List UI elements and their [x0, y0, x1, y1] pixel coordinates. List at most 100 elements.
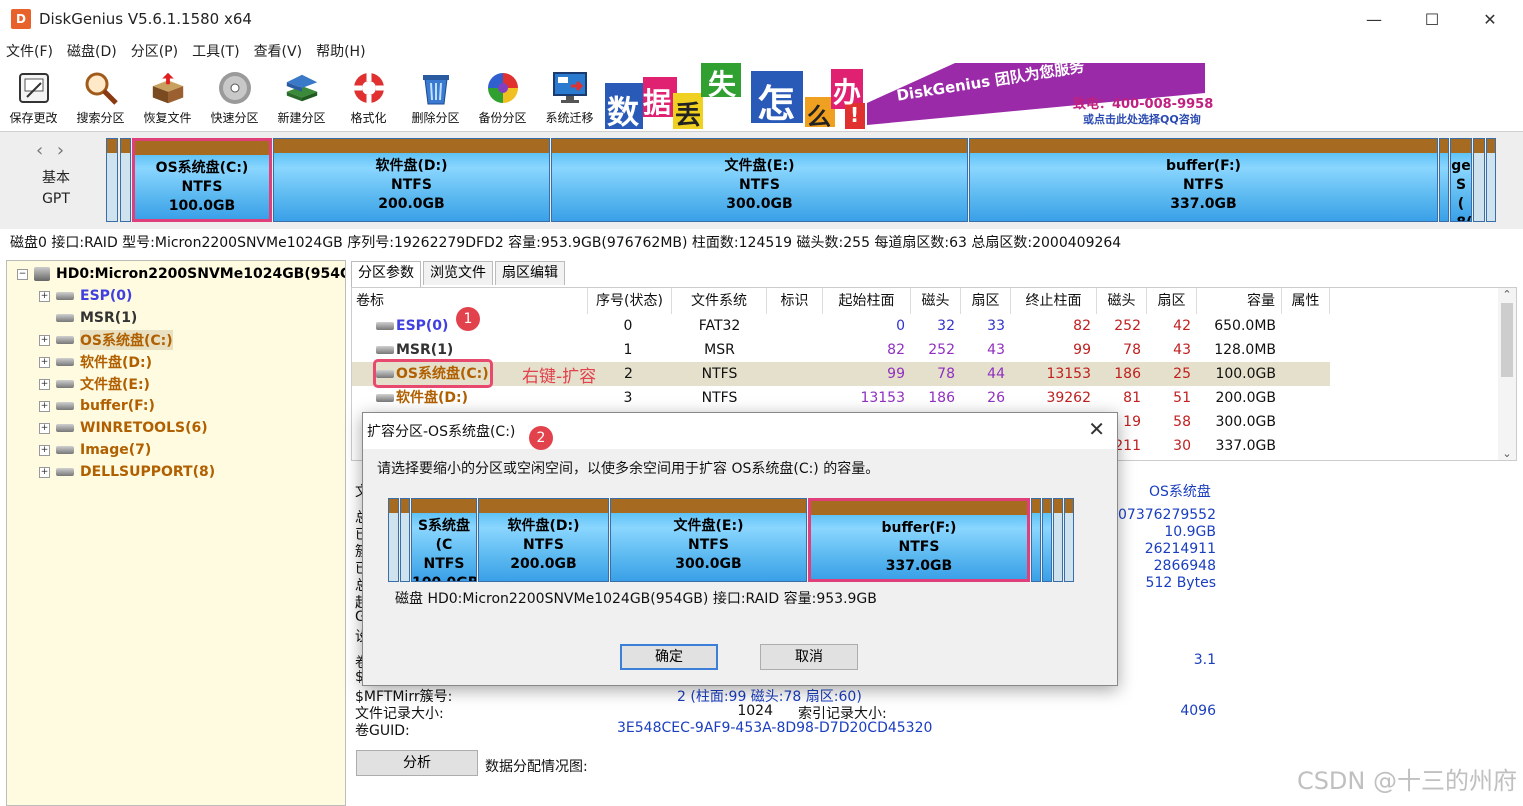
dialog-partition-c[interactable]: S系统盘(CNTFS100.0GB — [411, 498, 477, 582]
menu-tools[interactable]: 工具(T) — [192, 41, 239, 61]
collapse-icon[interactable]: − — [17, 268, 28, 280]
partition-table-scrollbar[interactable]: ⌃ ⌄ — [1498, 288, 1516, 460]
close-button[interactable]: ✕ — [1461, 0, 1519, 38]
partition-block-f[interactable]: buffer(F:) NTFS 337.0GB — [969, 138, 1438, 222]
expand-icon[interactable]: + — [39, 378, 50, 390]
banner-qq-link[interactable]: 或点击此处选择QQ咨询 — [1083, 111, 1201, 127]
expand-icon[interactable]: + — [39, 290, 50, 302]
tab-browse-files[interactable]: 浏览文件 — [423, 261, 493, 285]
tree-item-msr[interactable]: MSR(1) — [39, 307, 137, 329]
banner-char-6: 么 — [807, 103, 831, 129]
col-header-start-head[interactable]: 磁头 — [911, 288, 961, 314]
tree-item-esp[interactable]: + ESP(0) — [39, 285, 132, 307]
expand-icon[interactable]: + — [39, 334, 50, 346]
tree-root-hd0[interactable]: − HD0:Micron2200SNVMe1024GB(954G — [17, 263, 345, 285]
tree-item-winretools[interactable]: + WINRETOOLS(6) — [39, 417, 208, 439]
annotation-highlight-box — [373, 359, 493, 388]
menu-disk[interactable]: 磁盘(D) — [67, 41, 117, 61]
expand-icon[interactable]: + — [39, 400, 50, 412]
partition-block-winretools[interactable] — [1439, 138, 1449, 222]
expand-icon[interactable]: + — [39, 444, 50, 456]
tree-item-d[interactable]: + 软件盘(D:) — [39, 351, 152, 373]
table-row-selected[interactable]: OS系统盘(C:) 2 NTFS 99 78 44 13153 186 25 1… — [352, 362, 1330, 386]
table-row[interactable]: MSR(1) 1 MSR 82 252 43 99 78 43 128.0MB — [352, 338, 1498, 362]
dialog-partition-d[interactable]: 软件盘(D:) NTFS 200.0GB — [478, 498, 609, 582]
restore-box-icon — [149, 70, 187, 106]
dialog-partition-image[interactable] — [1042, 498, 1052, 582]
menu-view[interactable]: 查看(V) — [254, 41, 303, 61]
dialog-partition-free[interactable] — [1064, 498, 1074, 582]
partition-block-esp[interactable] — [106, 138, 118, 222]
new-partition-button[interactable]: 新建分区 — [268, 64, 335, 130]
scroll-thumb[interactable] — [1501, 303, 1513, 377]
scroll-up-icon[interactable]: ⌃ — [1498, 288, 1516, 301]
cancel-button[interactable]: 取消 — [760, 644, 858, 670]
partition-block-msr[interactable] — [120, 138, 131, 222]
menu-help[interactable]: 帮助(H) — [316, 41, 365, 61]
partition-icon — [56, 402, 74, 410]
advertisement-banner[interactable]: 数 据 丢 失 怎 么 办 ! DiskGenius 团队为您服务 致电：400… — [605, 63, 1217, 129]
col-header-end-cyl[interactable]: 终止柱面 — [1011, 288, 1097, 314]
col-header-start-sector[interactable]: 扇区 — [961, 288, 1011, 314]
delete-partition-button[interactable]: 删除分区 — [402, 64, 469, 130]
volume-name-value: OS系统盘 — [1149, 484, 1211, 500]
dialog-message: 请选择要缩小的分区或空闲空间，以使多余空间用于扩容 OS系统盘(C:) 的容量。 — [377, 461, 880, 477]
expand-icon[interactable]: + — [39, 466, 50, 478]
dialog-partition-dellsupport[interactable] — [1053, 498, 1063, 582]
col-header-end-head[interactable]: 磁头 — [1097, 288, 1147, 314]
title-bar: D DiskGenius V5.6.1.1580 x64 — ☐ ✕ — [0, 0, 1523, 38]
partition-block-c[interactable]: OS系统盘(C:) NTFS 100.0GB — [132, 138, 272, 222]
system-migration-button[interactable]: 系统迁移 — [536, 64, 603, 130]
restore-files-button[interactable]: 恢复文件 — [134, 64, 201, 130]
tree-item-c[interactable]: + OS系统盘(C:) — [39, 329, 173, 351]
dialog-partition-f[interactable]: buffer(F:) NTFS 337.0GB — [808, 498, 1030, 582]
menu-file[interactable]: 文件(F) — [6, 41, 53, 61]
pie-chart-icon — [484, 70, 522, 106]
expand-icon[interactable]: + — [39, 422, 50, 434]
partition-block-d[interactable]: 软件盘(D:) NTFS 200.0GB — [273, 138, 550, 222]
tree-item-f[interactable]: + buffer(F:) — [39, 395, 155, 417]
banner-phone: 致电：400-008-9958 — [1073, 97, 1214, 112]
dialog-partition-winretools[interactable] — [1031, 498, 1041, 582]
disk-tree: − HD0:Micron2200SNVMe1024GB(954G + ESP(0… — [6, 260, 346, 806]
tree-item-image[interactable]: + Image(7) — [39, 439, 151, 461]
dialog-partition-e[interactable]: 文件盘(E:) NTFS 300.0GB — [610, 498, 807, 582]
annotation-badge-2: 2 — [529, 426, 553, 450]
col-header-index[interactable]: 序号(状态) — [588, 288, 672, 314]
ok-button[interactable]: 确定 — [620, 644, 718, 670]
tab-sector-edit[interactable]: 扇区编辑 — [495, 261, 565, 285]
window-title: DiskGenius V5.6.1.1580 x64 — [39, 10, 252, 28]
menu-partition[interactable]: 分区(P) — [131, 41, 178, 61]
disk-nav-arrows-icon[interactable]: ‹ › — [36, 140, 68, 161]
col-header-fs[interactable]: 文件系统 — [672, 288, 767, 314]
scroll-down-icon[interactable]: ⌄ — [1498, 447, 1516, 460]
col-header-capacity[interactable]: 容量 — [1197, 288, 1282, 314]
quick-partition-button[interactable]: 快速分区 — [201, 64, 268, 130]
table-row[interactable]: ESP(0) 0 FAT32 0 32 33 82 252 42 650.0MB — [352, 314, 1498, 338]
partition-block-dellsupport[interactable] — [1473, 138, 1485, 222]
dialog-disk-info: 磁盘 HD0:Micron2200SNVMe1024GB(954GB) 接口:R… — [395, 591, 877, 607]
analyze-button[interactable]: 分析 — [356, 750, 478, 776]
tree-item-dellsupport[interactable]: + DELLSUPPORT(8) — [39, 461, 215, 483]
col-header-flag[interactable]: 标识 — [767, 288, 823, 314]
format-button[interactable]: 格式化 — [335, 64, 402, 130]
backup-partition-button[interactable]: 备份分区 — [469, 64, 536, 130]
col-header-end-sector[interactable]: 扇区 — [1147, 288, 1197, 314]
minimize-button[interactable]: — — [1345, 0, 1403, 38]
save-changes-button[interactable]: 保存更改 — [0, 64, 67, 130]
dialog-partition-msr[interactable] — [400, 498, 410, 582]
table-row[interactable]: 软件盘(D:) 3 NTFS 13153 186 26 39262 81 51 … — [352, 386, 1498, 410]
partition-icon — [56, 358, 74, 366]
tree-item-e[interactable]: + 文件盘(E:) — [39, 373, 150, 395]
col-header-start-cyl[interactable]: 起始柱面 — [823, 288, 911, 314]
col-header-attr[interactable]: 属性 — [1282, 288, 1330, 314]
partition-block-free[interactable] — [1486, 138, 1496, 222]
partition-block-image[interactable]: geS (.8( — [1450, 138, 1472, 222]
partition-block-e[interactable]: 文件盘(E:) NTFS 300.0GB — [551, 138, 968, 222]
maximize-button[interactable]: ☐ — [1403, 0, 1461, 38]
expand-icon[interactable]: + — [39, 356, 50, 368]
search-partition-button[interactable]: 搜索分区 — [67, 64, 134, 130]
dialog-close-icon[interactable]: ✕ — [1088, 417, 1105, 441]
dialog-partition-esp[interactable] — [388, 498, 399, 582]
tab-partition-params[interactable]: 分区参数 — [351, 261, 421, 287]
